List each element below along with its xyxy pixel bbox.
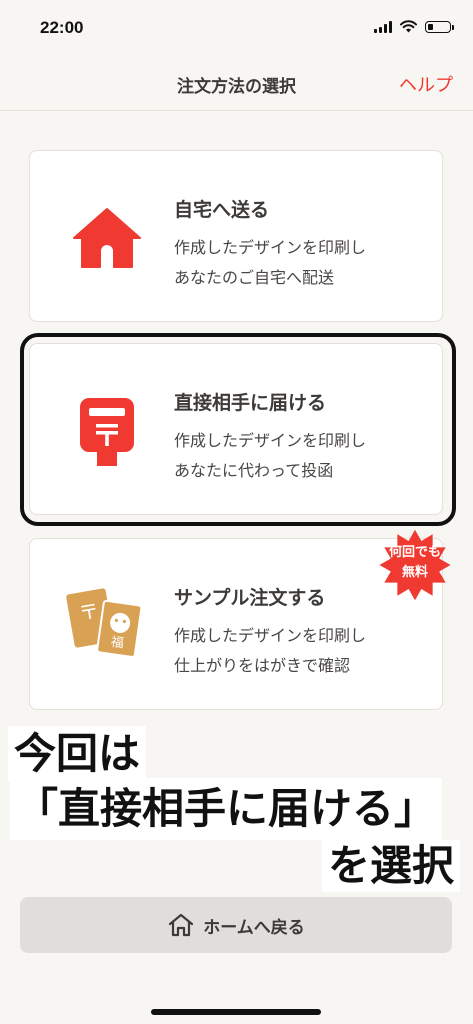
status-icons xyxy=(374,20,454,33)
status-time: 22:00 xyxy=(40,18,84,37)
home-outline-icon xyxy=(169,913,194,937)
option-card-ship-home[interactable]: 自宅へ送る 作成したデザインを印刷し あなたのご自宅へ配送 xyxy=(29,150,443,322)
back-home-label: ホームへ戻る xyxy=(203,917,305,938)
option-description-line2: あなたのご自宅へ配送 xyxy=(174,268,335,287)
option-title: 自宅へ送る xyxy=(174,199,270,221)
nav-bar: 注文方法の選択 ヘルプ xyxy=(0,58,473,111)
svg-text:福: 福 xyxy=(110,635,125,652)
free-badge-line2: 無料 xyxy=(401,565,428,580)
postcard-sample-icon: 〒 福 xyxy=(66,588,143,658)
free-badge-line1: 何回でも xyxy=(388,545,441,560)
help-link[interactable]: ヘルプ xyxy=(399,71,453,97)
option-description-line1: 作成したデザインを印刷し xyxy=(174,626,367,645)
free-badge-text: 何回でも 無料 xyxy=(371,543,459,583)
free-badge: 何回でも 無料 xyxy=(371,521,459,609)
signal-icon xyxy=(374,20,392,33)
option-description-line1: 作成したデザインを印刷し xyxy=(174,238,367,257)
annotation-line2: 「直接相手に届ける」 xyxy=(10,778,443,840)
wifi-icon xyxy=(400,20,417,33)
house-icon xyxy=(73,208,141,268)
option-description: 作成したデザインを印刷し あなたに代わって投函 xyxy=(174,426,366,486)
svg-text:〒: 〒 xyxy=(77,599,101,626)
option-title: 直接相手に届ける xyxy=(174,392,327,414)
option-description-line1: 作成したデザインを印刷し xyxy=(174,431,367,450)
option-description: 作成したデザインを印刷し 仕上がりをはがきで確認 xyxy=(174,621,366,681)
annotation-line1: 今回は xyxy=(8,726,147,782)
annotation-line3: を選択 xyxy=(322,840,461,892)
option-description-line2: 仕上がりをはがきで確認 xyxy=(174,656,351,675)
option-card-deliver-direct[interactable]: 直接相手に届ける 作成したデザインを印刷し あなたに代わって投函 xyxy=(29,343,443,515)
option-title: サンプル注文する xyxy=(174,587,326,609)
status-bar: 22:00 xyxy=(0,0,473,58)
option-description-line2: あなたに代わって投函 xyxy=(174,461,334,480)
battery-icon xyxy=(425,20,454,33)
option-description: 作成したデザインを印刷し あなたのご自宅へ配送 xyxy=(174,233,366,293)
home-indicator[interactable] xyxy=(151,1009,321,1015)
back-home-button[interactable]: ホームへ戻る xyxy=(20,897,452,953)
postbox-icon xyxy=(80,398,134,466)
